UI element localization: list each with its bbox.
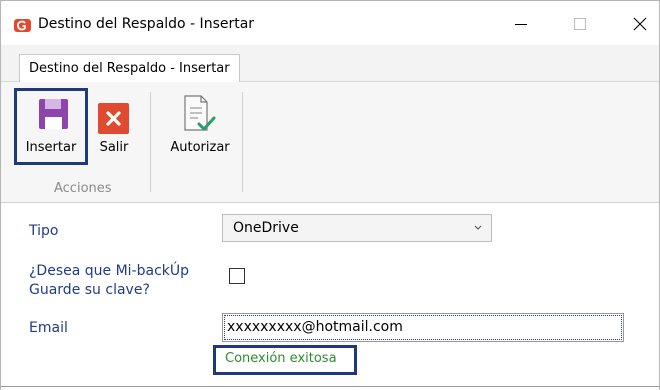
email-label: Email: [29, 320, 68, 336]
save-password-label: ¿Desea que Mi-backÚp Guarde su clave?: [29, 263, 190, 298]
document-check-icon: [182, 94, 216, 134]
dialog-window: Destino del Respaldo - Insertar Destino …: [0, 0, 660, 390]
insert-button-label: Insertar: [25, 140, 77, 155]
app-logo-icon: [14, 19, 31, 32]
ribbon-divider: [242, 92, 243, 192]
close-x-icon: [98, 103, 129, 134]
insert-button[interactable]: Insertar: [14, 88, 88, 165]
email-input[interactable]: xxxxxxxxx@hotmail.com: [222, 313, 624, 342]
connection-status: Conexión exitosa: [213, 345, 357, 375]
ribbon-divider: [150, 92, 151, 192]
maximize-icon: [574, 18, 586, 30]
chevron-down-icon: [473, 215, 483, 252]
ribbon-toolbar: Insertar Salir Autorizar Acciones: [1, 82, 659, 203]
exit-button-label: Salir: [99, 140, 129, 155]
ribbon-tab-strip: Destino del Respaldo - Insertar: [1, 45, 659, 83]
floppy-save-icon: [39, 99, 68, 129]
minimize-icon: [515, 24, 527, 25]
authorize-button[interactable]: Autorizar: [162, 88, 238, 165]
destination-form: Tipo OneDrive ¿Desea que Mi-backÚp Guard…: [1, 203, 659, 390]
close-icon: [633, 17, 647, 31]
authorize-button-label: Autorizar: [170, 140, 230, 155]
exit-button[interactable]: Salir: [94, 88, 134, 165]
save-password-checkbox[interactable]: [229, 268, 245, 284]
form-bottom-divider: [1, 386, 659, 387]
connection-status-text: Conexión exitosa: [225, 351, 337, 366]
tab-destino-respaldo[interactable]: Destino del Respaldo - Insertar: [19, 54, 240, 83]
title-bar: Destino del Respaldo - Insertar: [1, 1, 659, 45]
maximize-button[interactable]: [565, 11, 595, 37]
minimize-button[interactable]: [506, 11, 536, 37]
window-title: Destino del Respaldo - Insertar: [38, 16, 255, 32]
tipo-select-value: OneDrive: [233, 220, 299, 236]
tipo-label: Tipo: [29, 223, 59, 239]
ribbon-group-label: Acciones: [54, 181, 112, 196]
email-input-value: xxxxxxxxx@hotmail.com: [227, 319, 403, 335]
close-button[interactable]: [625, 11, 655, 37]
tipo-select[interactable]: OneDrive: [222, 214, 492, 242]
